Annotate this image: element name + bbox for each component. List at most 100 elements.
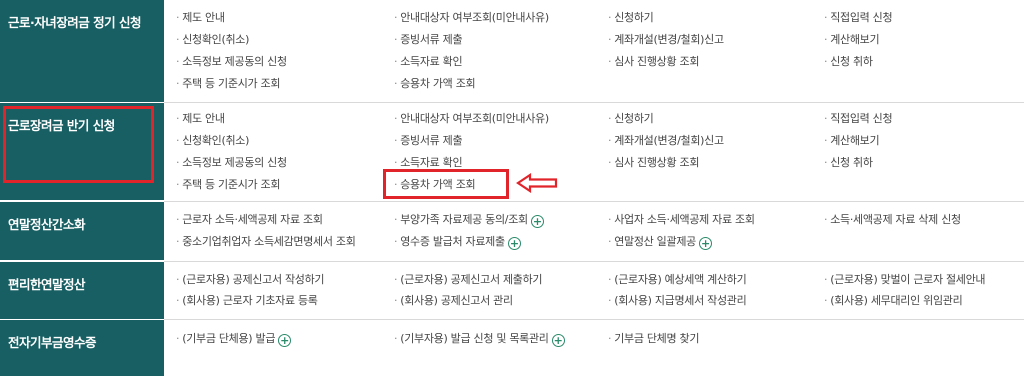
- menu-link[interactable]: · (근로자용) 공제신고서 작성하기: [176, 270, 325, 290]
- bullet: ·: [824, 33, 828, 46]
- menu-link-label: 영수증 발급처 자료제출: [400, 235, 505, 248]
- menu-items: · 제도 안내 · 안내대상자 여부조회(미안내사유) · 신청하기 · 직접입력 신청…: [164, 103, 1024, 200]
- menu-link[interactable]: · 계좌개설(변경/철회)신고: [608, 131, 724, 151]
- menu-link[interactable]: · 소득자료 확인: [394, 52, 463, 72]
- menu-row-year-end-simplified: 연말정산간소화 · 근로자 소득·세액공제 자료 조회 · 부양가족 자료제공 동의…: [0, 202, 1024, 260]
- menu-link[interactable]: · 영수증 발급처 자료제출 +: [394, 232, 521, 252]
- menu-link[interactable]: · (회사용) 공제신고서 관리: [394, 291, 513, 311]
- bullet: ·: [394, 273, 398, 286]
- bullet: ·: [608, 156, 612, 169]
- menu-link[interactable]: · (회사용) 지급명세서 작성관리: [608, 291, 747, 311]
- bullet: ·: [824, 112, 828, 125]
- menu-link[interactable]: · 제도 안내: [176, 8, 225, 28]
- plus-circle-icon[interactable]: +: [698, 237, 712, 250]
- bullet: ·: [824, 11, 828, 24]
- plus-circle-icon[interactable]: +: [278, 334, 292, 347]
- category-label: 연말정산간소화: [0, 202, 164, 260]
- menu-link-label: 소득·세액공제 자료 삭제 신청: [830, 213, 961, 226]
- menu-link[interactable]: · 심사 진행상황 조회: [608, 52, 699, 72]
- bullet: ·: [394, 213, 398, 226]
- menu-link[interactable]: · (기부자용) 발급 신청 및 목록관리 +: [394, 329, 565, 349]
- menu-link[interactable]: · 소득·세액공제 자료 삭제 신청: [824, 210, 961, 230]
- menu-link[interactable]: · 안내대상자 여부조회(미안내사유): [394, 8, 549, 28]
- menu-link[interactable]: · 신청하기: [608, 109, 654, 129]
- menu-link-label: 계산해보기: [830, 33, 880, 46]
- plus-circle-icon[interactable]: +: [507, 237, 521, 250]
- menu-link[interactable]: · 신청확인(취소): [176, 131, 249, 151]
- menu-link-label: 심사 진행상황 조회: [614, 55, 700, 68]
- menu-link-label: (회사용) 세무대리인 위임관리: [830, 294, 963, 307]
- menu-link[interactable]: · 계좌개설(변경/철회)신고: [608, 30, 724, 50]
- bullet: ·: [824, 134, 828, 147]
- bullet: ·: [394, 134, 398, 147]
- menu-link[interactable]: · 증빙서류 제출: [394, 30, 463, 50]
- menu-link-label: 직접입력 신청: [830, 11, 893, 24]
- menu-link[interactable]: · 제도 안내: [176, 109, 225, 129]
- menu-link[interactable]: · 계산해보기: [824, 30, 880, 50]
- menu-link-label: 주택 등 기준시가 조회: [182, 77, 281, 90]
- menu-row-electronic-donation-receipt: 전자기부금영수증 · (기부금 단체용) 발급 + · (기부자용) 발급 신청 및 …: [0, 320, 1024, 376]
- menu-link[interactable]: · (회사용) 세무대리인 위임관리: [824, 291, 963, 311]
- bullet: ·: [176, 11, 180, 24]
- menu-link-label: 안내대상자 여부조회(미안내사유): [400, 11, 549, 24]
- menu-link[interactable]: · 승용차 가액 조회: [394, 74, 476, 94]
- bullet: ·: [608, 294, 612, 307]
- menu-link-label: 증빙서류 제출: [400, 134, 463, 147]
- menu-link[interactable]: · (근로자용) 공제신고서 제출하기: [394, 270, 543, 290]
- category-label: 전자기부금영수증: [0, 320, 164, 376]
- menu-link[interactable]: · 기부금 단체명 찾기: [608, 329, 699, 349]
- bullet: ·: [394, 332, 398, 345]
- menu-items: · (기부금 단체용) 발급 + · (기부자용) 발급 신청 및 목록관리 + · 기부…: [164, 320, 1024, 376]
- menu-link[interactable]: · 신청확인(취소): [176, 30, 249, 50]
- menu-link[interactable]: · 증빙서류 제출: [394, 131, 463, 151]
- menu-link[interactable]: · 직접입력 신청: [824, 8, 893, 28]
- category-highlight-box: [3, 106, 154, 183]
- menu-link[interactable]: · 중소기업취업자 소득세감면명세서 조회: [176, 232, 356, 252]
- menu-link-label: 직접입력 신청: [830, 112, 893, 125]
- menu-items: · (근로자용) 공제신고서 작성하기 · (근로자용) 공제신고서 제출하기 ·(…: [164, 262, 1024, 319]
- menu-link[interactable]: · (근로자용) 맞벌이 근로자 절세안내: [824, 270, 986, 290]
- plus-circle-icon[interactable]: +: [551, 334, 565, 347]
- menu-link[interactable]: · 심사 진행상황 조회: [608, 153, 699, 173]
- bullet: ·: [394, 77, 398, 90]
- bullet: ·: [824, 273, 828, 286]
- menu-link-label: 심사 진행상황 조회: [614, 156, 700, 169]
- menu-link[interactable]: · 부양가족 자료제공 동의/조회 +: [394, 210, 544, 230]
- menu-link-label: (근로자용) 공제신고서 작성하기: [182, 273, 325, 286]
- menu-link[interactable]: · 신청하기: [608, 8, 654, 28]
- menu-link[interactable]: · 근로자 소득·세액공제 자료 조회: [176, 210, 323, 230]
- menu-link[interactable]: · 안내대상자 여부조회(미안내사유): [394, 109, 549, 129]
- menu-link[interactable]: · 신청 취하: [824, 153, 873, 173]
- bullet: ·: [608, 213, 612, 226]
- menu-link[interactable]: · (기부금 단체용) 발급 +: [176, 329, 292, 349]
- menu-link[interactable]: · (회사용) 근로자 기초자료 등록: [176, 291, 318, 311]
- bullet: ·: [394, 156, 398, 169]
- category-label: 근로·자녀장려금 정기 신청: [0, 0, 164, 102]
- menu-link-label: 신청하기: [614, 112, 654, 125]
- menu-link-label: 소득정보 제공동의 신청: [182, 156, 287, 169]
- menu-link[interactable]: · 주택 등 기준시가 조회: [176, 74, 280, 94]
- menu-link[interactable]: · 주택 등 기준시가 조회: [176, 175, 280, 195]
- menu-link-label: 연말정산 일괄제공: [614, 235, 696, 248]
- menu-link[interactable]: · (근로자용) 예상세액 계산하기: [608, 270, 747, 290]
- bullet: ·: [176, 134, 180, 147]
- menu-link[interactable]: · 계산해보기: [824, 131, 880, 151]
- menu-link[interactable]: · 소득정보 제공동의 신청: [176, 52, 287, 72]
- bullet: ·: [608, 33, 612, 46]
- menu-link[interactable]: · 소득정보 제공동의 신청: [176, 153, 287, 173]
- bullet: ·: [176, 178, 180, 191]
- left-arrow-icon: [516, 173, 558, 193]
- bullet: ·: [176, 33, 180, 46]
- menu-link[interactable]: · 신청 취하: [824, 52, 873, 72]
- menu-link[interactable]: · 사업자 소득·세액공제 자료 조회: [608, 210, 755, 230]
- plus-circle-icon[interactable]: +: [530, 215, 544, 228]
- menu-link[interactable]: · 직접입력 신청: [824, 109, 893, 129]
- menu-link-label: 제도 안내: [182, 11, 225, 24]
- menu-link-label: 중소기업취업자 소득세감면명세서 조회: [182, 235, 356, 248]
- menu-link[interactable]: · 연말정산 일괄제공 +: [608, 232, 712, 252]
- menu-link-label: 안내대상자 여부조회(미안내사유): [400, 112, 549, 125]
- bullet: ·: [394, 112, 398, 125]
- bullet: ·: [394, 294, 398, 307]
- menu-link-label: (기부금 단체용) 발급: [182, 332, 276, 345]
- bullet: ·: [176, 332, 180, 345]
